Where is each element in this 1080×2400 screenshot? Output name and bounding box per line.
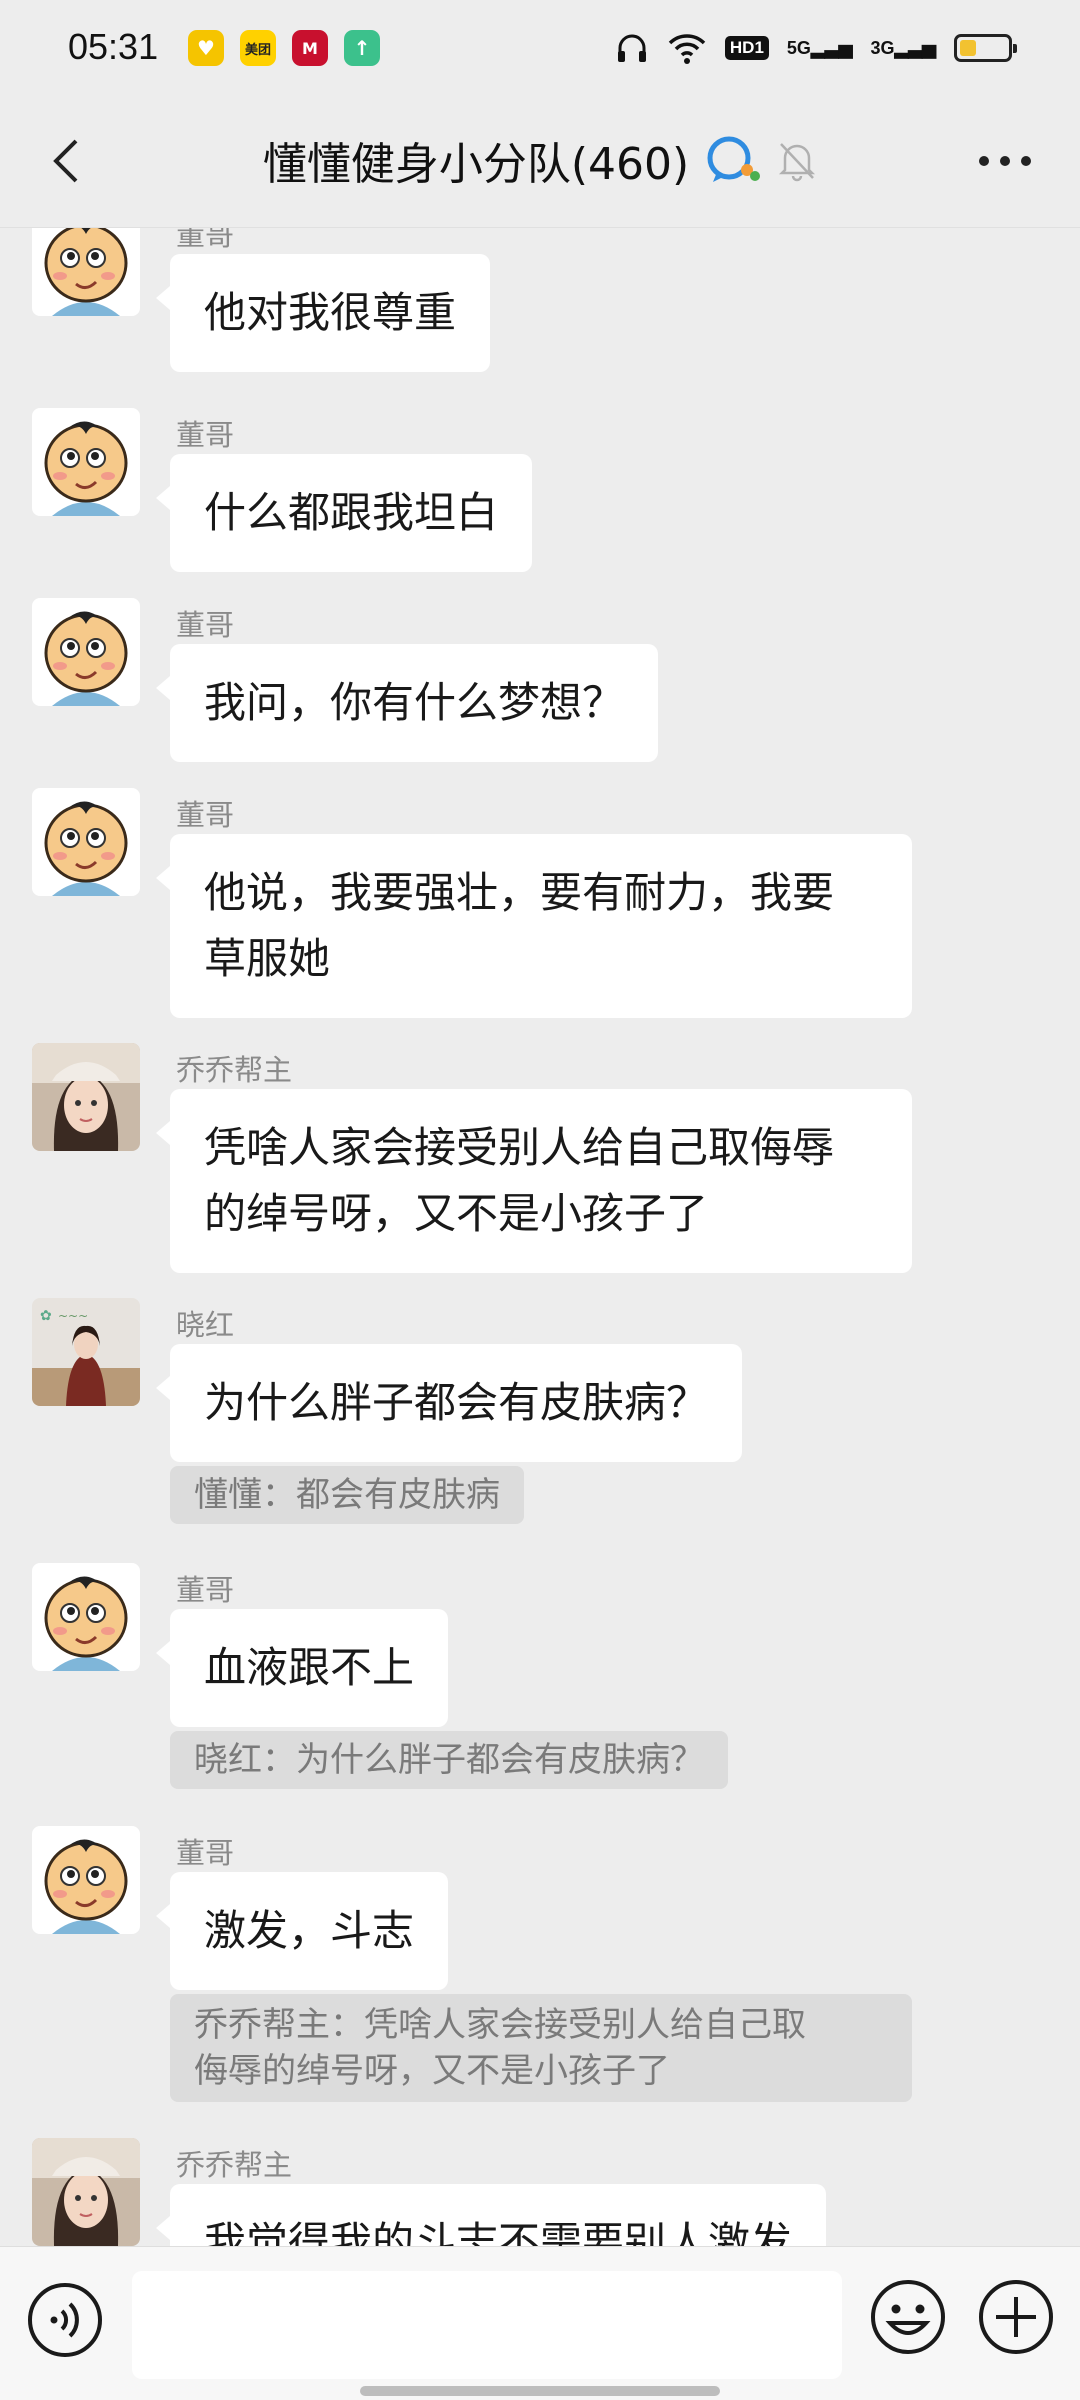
voice-icon — [28, 2283, 102, 2357]
status-time: 05:31 — [68, 26, 159, 67]
home-indicator[interactable] — [360, 2386, 720, 2396]
quoted-text-line: 乔乔帮主：凭啥人家会接受别人给自己取 — [194, 2005, 806, 2045]
message-bubble[interactable]: 凭啥人家会接受别人给自己取侮辱 的绰号呀，又不是小孩子了 — [156, 1089, 912, 1273]
sender-name: 董哥 — [176, 798, 235, 832]
svg-text:~~~: ~~~ — [58, 1309, 88, 1323]
girl-cap-avatar-icon — [32, 1043, 140, 1151]
avatar[interactable]: ✿ ~~~ — [32, 1298, 140, 1406]
message-bubble[interactable]: 血液跟不上 — [155, 1609, 449, 1727]
battery-icon — [954, 34, 1017, 62]
message-bubble[interactable]: 他说，我要强壮，要有耐力，我要 草服她 — [156, 834, 912, 1018]
avatar[interactable] — [32, 598, 140, 706]
group-chat-icon — [707, 136, 761, 182]
chat-message-list[interactable]: 董哥 他对我很尊重 董哥 什么都跟我坦白 董哥 我问，你有什么梦想？ 董哥 他说… — [0, 228, 1080, 2246]
avatar[interactable] — [32, 228, 140, 316]
emoji-icon — [871, 2280, 945, 2354]
upload-icon: ↑ — [344, 30, 380, 66]
girl-cap-avatar-icon — [32, 2138, 140, 2246]
quoted-reply[interactable]: 晓红：为什么胖子都会有皮肤病？ — [170, 1731, 728, 1789]
bank-icon: M — [292, 30, 328, 66]
message-text-line: 的绰号呀，又不是小孩子了 — [204, 1189, 709, 1238]
input-bar — [0, 2246, 1080, 2400]
avatar[interactable] — [32, 1043, 140, 1151]
sender-name: 晓红 — [176, 1308, 235, 1342]
avatar[interactable] — [32, 788, 140, 896]
cartoon-boy-avatar-icon — [32, 408, 140, 516]
plus-icon — [979, 2280, 1053, 2354]
avatar[interactable] — [32, 2138, 140, 2246]
sender-name: 乔乔帮主 — [176, 2148, 293, 2182]
more-dots-icon — [979, 156, 1031, 166]
sender-name: 董哥 — [176, 1836, 235, 1870]
hd-badge: HD1 — [724, 36, 769, 60]
message-bubble[interactable]: 我觉得我的斗志不需要别人激发 — [155, 2184, 827, 2246]
sender-name: 董哥 — [176, 1573, 235, 1607]
cartoon-boy-avatar-icon — [32, 1826, 140, 1934]
emoji-button[interactable] — [868, 2277, 948, 2357]
message-text-line: 草服她 — [204, 934, 331, 983]
message-input[interactable] — [132, 2271, 842, 2379]
message-bubble[interactable]: 他对我很尊重 — [155, 254, 491, 372]
signal-3g-icon: 3G▂▃▅ — [870, 37, 936, 58]
chat-title-group: 懂懂健身小分队(460) — [0, 128, 1080, 192]
sender-name: 董哥 — [176, 228, 235, 252]
sender-name: 董哥 — [176, 418, 235, 452]
avatar[interactable] — [32, 1826, 140, 1934]
wifi-icon — [668, 34, 706, 64]
voice-input-button[interactable] — [26, 2281, 104, 2359]
sender-name: 乔乔帮主 — [176, 1053, 293, 1087]
quoted-text-line: 侮辱的绰号呀，又不是小孩子了 — [194, 2051, 670, 2091]
svg-text:✿: ✿ — [40, 1308, 52, 1324]
mute-bell-icon — [779, 143, 816, 182]
headphones-icon — [617, 34, 646, 62]
avatar[interactable] — [32, 408, 140, 516]
message-bubble[interactable]: 激发，斗志 — [155, 1872, 449, 1990]
more-options-button[interactable] — [970, 126, 1040, 196]
message-text-line: 凭啥人家会接受别人给自己取侮辱 — [204, 1123, 835, 1172]
chat-header: 懂懂健身小分队(460) — [0, 96, 1080, 228]
status-indicators: HD1 5G▂▃▅ 3G▂▃▅ — [615, 28, 1017, 68]
cartoon-boy-avatar-icon — [32, 788, 140, 896]
cartoon-boy-avatar-icon — [32, 228, 140, 316]
message-bubble[interactable]: 我问，你有什么梦想？ — [155, 644, 659, 762]
message-bubble[interactable]: 为什么胖子都会有皮肤病？ — [155, 1344, 743, 1462]
chat-title: 懂懂健身小分队(460) — [262, 139, 690, 190]
status-bar: 05:31 ♥ 美团 M ↑ HD1 5G▂▃▅ 3G▂▃▅ — [0, 0, 1080, 96]
quoted-reply[interactable]: 乔乔帮主：凭啥人家会接受别人给自己取 侮辱的绰号呀，又不是小孩子了 — [170, 1994, 912, 2102]
signal-5g-icon: 5G▂▃▅ — [786, 37, 853, 58]
avatar[interactable] — [32, 1563, 140, 1671]
battery-fill — [960, 40, 976, 56]
cartoon-boy-avatar-icon — [32, 1563, 140, 1671]
quoted-reply[interactable]: 懂懂：都会有皮肤病 — [170, 1466, 524, 1524]
meituan-icon: 美团 — [240, 30, 276, 66]
more-functions-button[interactable] — [976, 2277, 1056, 2357]
message-bubble[interactable]: 什么都跟我坦白 — [155, 454, 533, 572]
wallet-icon: ♥ — [188, 30, 224, 66]
girl-outdoor-avatar-icon: ✿ ~~~ — [32, 1298, 140, 1406]
sender-name: 董哥 — [176, 608, 235, 642]
message-text-line: 他说，我要强壮，要有耐力，我要 — [204, 868, 835, 917]
cartoon-boy-avatar-icon — [32, 598, 140, 706]
